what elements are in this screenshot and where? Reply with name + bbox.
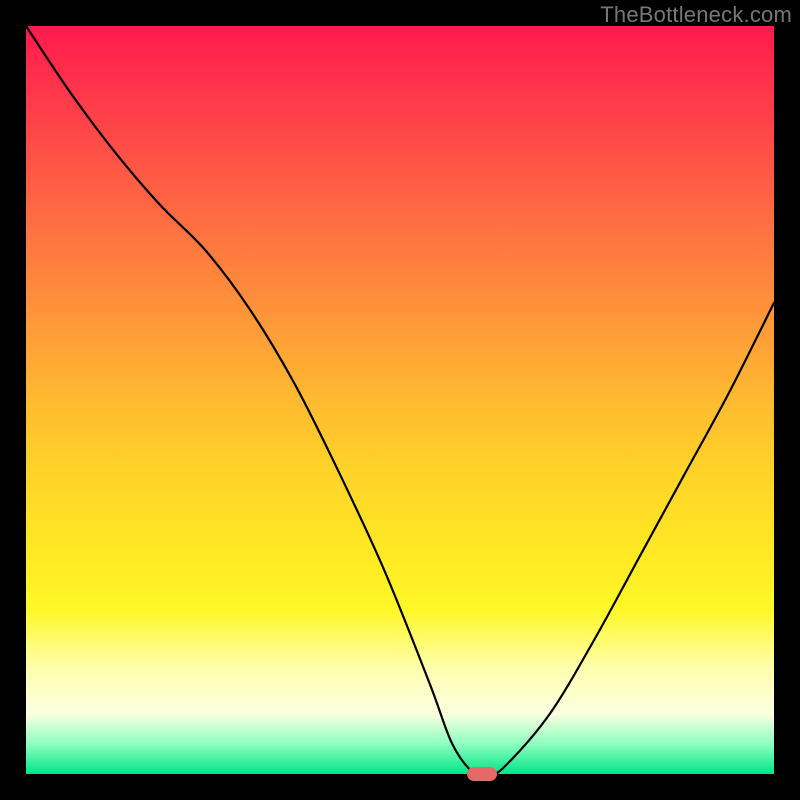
curve-path bbox=[26, 26, 774, 774]
bottleneck-curve bbox=[26, 26, 774, 774]
chart-frame: TheBottleneck.com bbox=[0, 0, 800, 800]
watermark-text: TheBottleneck.com bbox=[600, 2, 792, 28]
optimal-marker bbox=[467, 767, 497, 781]
plot-area bbox=[26, 26, 774, 774]
